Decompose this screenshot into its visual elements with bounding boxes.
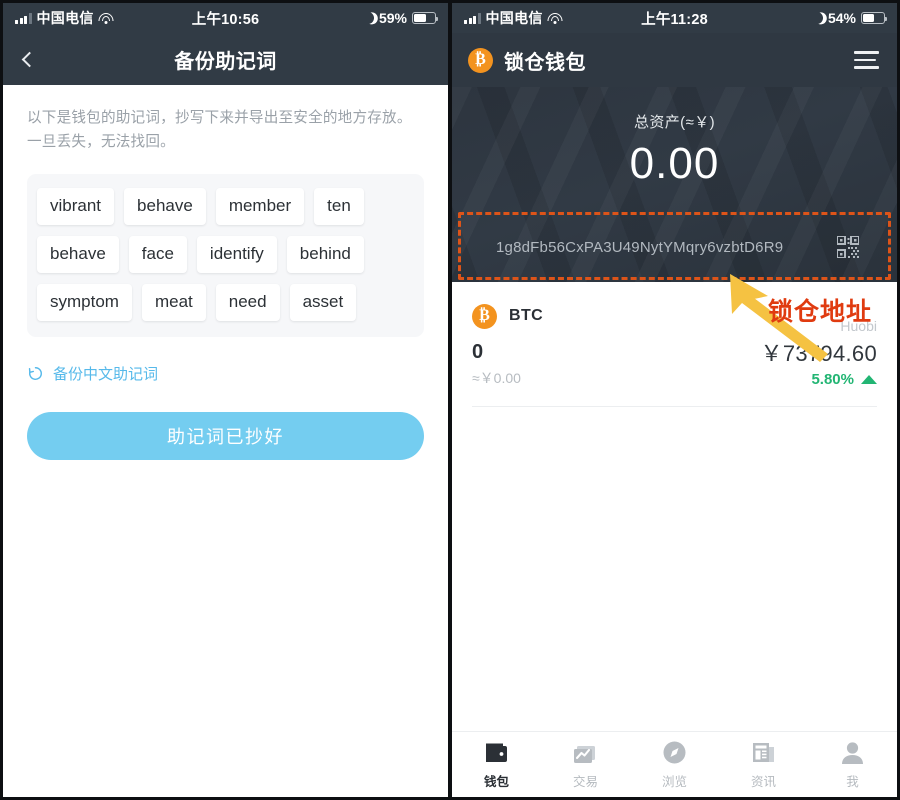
mnemonic-word-chip[interactable]: behind xyxy=(286,236,364,274)
clock-label: 上午11:28 xyxy=(641,11,708,28)
qr-code-icon[interactable] xyxy=(836,235,860,259)
mnemonic-word-chip[interactable]: need xyxy=(215,284,280,322)
coin-price-group: ￥73794.60 5.80% xyxy=(761,336,877,388)
tab-browse[interactable]: 浏览 xyxy=(630,740,719,790)
mnemonic-word-chip[interactable]: member xyxy=(215,188,305,226)
left-status-bar: 中国电信 上午10:56 59% xyxy=(3,3,448,33)
mnemonic-saved-button[interactable]: 助记词已抄好 xyxy=(27,412,424,461)
left-phone-frame: 中国电信 上午10:56 59% 备份助记词 以下是钱包的助记词，抄写下来并导出… xyxy=(0,0,450,800)
wallet-icon xyxy=(484,740,509,766)
right-app-bar: ₿ 锁仓钱包 xyxy=(452,33,897,87)
tab-profile[interactable]: 我 xyxy=(808,740,897,790)
refresh-icon xyxy=(27,365,44,382)
left-nav-bar: 备份助记词 xyxy=(3,33,448,85)
compass-icon xyxy=(662,740,687,766)
person-icon xyxy=(841,740,864,766)
tab-news[interactable]: 资讯 xyxy=(719,740,808,790)
coin-symbol-label: BTC xyxy=(509,307,544,324)
mnemonic-word-chip[interactable]: face xyxy=(128,236,187,274)
backup-mnemonic-body: 以下是钱包的助记词，抄写下来并导出至安全的地方存放。一旦丢失，无法找回。 vib… xyxy=(3,85,448,797)
coin-values: 0 ≈￥0.00 ￥73794.60 5.80% xyxy=(472,336,877,388)
mnemonic-word-chip[interactable]: symptom xyxy=(37,284,132,322)
mnemonic-word-chip[interactable]: behave xyxy=(37,236,119,274)
mnemonic-word-panel: vibrant behave member ten behave face id… xyxy=(27,174,424,338)
dual-phone-screenshot: 中国电信 上午10:56 59% 备份助记词 以下是钱包的助记词，抄写下来并导出… xyxy=(0,0,900,800)
mnemonic-word-chip[interactable]: behave xyxy=(124,188,206,226)
clock-label: 上午10:56 xyxy=(191,11,260,28)
tab-label: 交易 xyxy=(572,774,598,789)
coin-balance: 0 xyxy=(472,341,484,363)
coin-change-percent: 5.80% xyxy=(811,371,854,388)
battery-icon xyxy=(861,12,888,24)
mnemonic-word-chip[interactable]: identify xyxy=(196,236,277,274)
bitcoin-logo-icon: ₿ xyxy=(472,303,497,329)
switch-to-chinese-mnemonic-link[interactable]: 备份中文助记词 xyxy=(27,363,424,384)
bitcoin-logo-icon: ₿ xyxy=(468,47,493,73)
list-divider xyxy=(472,406,877,407)
tab-wallet[interactable]: 钱包 xyxy=(452,740,541,790)
newspaper-icon xyxy=(751,740,776,766)
coin-balance-fiat: ≈￥0.00 xyxy=(472,370,521,386)
coin-balance-group: 0 ≈￥0.00 xyxy=(472,341,521,388)
tab-label: 资讯 xyxy=(750,774,776,789)
right-status-bar: 中国电信 上午11:28 54% xyxy=(452,3,897,33)
tab-label: 钱包 xyxy=(483,774,509,789)
bottom-tab-bar: 钱包 交易 浏览 资讯 我 xyxy=(452,731,897,797)
total-assets-hero: 总资产(≈￥) 0.00 1g8dFb56CxPA3U49NytYMqry6vz… xyxy=(452,87,897,282)
total-assets-amount: 0.00 xyxy=(629,139,720,188)
coin-price: ￥73794.60 xyxy=(760,341,877,366)
page-title: 备份助记词 xyxy=(174,50,277,73)
tab-trade[interactable]: 交易 xyxy=(541,740,630,790)
right-phone-frame: 中国电信 上午11:28 54% ₿ 锁仓钱包 总资产(≈￥) 0.00 1g8… xyxy=(450,0,900,800)
wallet-address-row[interactable]: 1g8dFb56CxPA3U49NytYMqry6vzbtD6R9 xyxy=(452,212,897,282)
mnemonic-word-chip[interactable]: vibrant xyxy=(37,188,115,226)
hamburger-menu-icon[interactable] xyxy=(854,51,879,69)
tab-label: 我 xyxy=(846,774,859,789)
chart-icon xyxy=(573,740,599,766)
instruction-text: 以下是钱包的助记词，抄写下来并导出至安全的地方存放。一旦丢失，无法找回。 xyxy=(27,110,412,150)
total-assets-label: 总资产(≈￥) xyxy=(633,114,716,131)
mnemonic-word-chip[interactable]: ten xyxy=(314,188,364,226)
wallet-address-text[interactable]: 1g8dFb56CxPA3U49NytYMqry6vzbtD6R9 xyxy=(496,239,837,256)
mnemonic-word-chip[interactable]: asset xyxy=(289,284,357,322)
annotation-label: 锁仓地址 xyxy=(768,298,873,326)
switch-link-label: 备份中文助记词 xyxy=(53,366,159,384)
mnemonic-word-chip[interactable]: meat xyxy=(141,284,206,322)
battery-icon xyxy=(412,12,439,24)
tab-label: 浏览 xyxy=(661,774,687,789)
caret-up-icon xyxy=(861,375,877,384)
coin-change-group: 5.80% xyxy=(761,371,877,388)
wallet-title: 锁仓钱包 xyxy=(504,51,586,74)
